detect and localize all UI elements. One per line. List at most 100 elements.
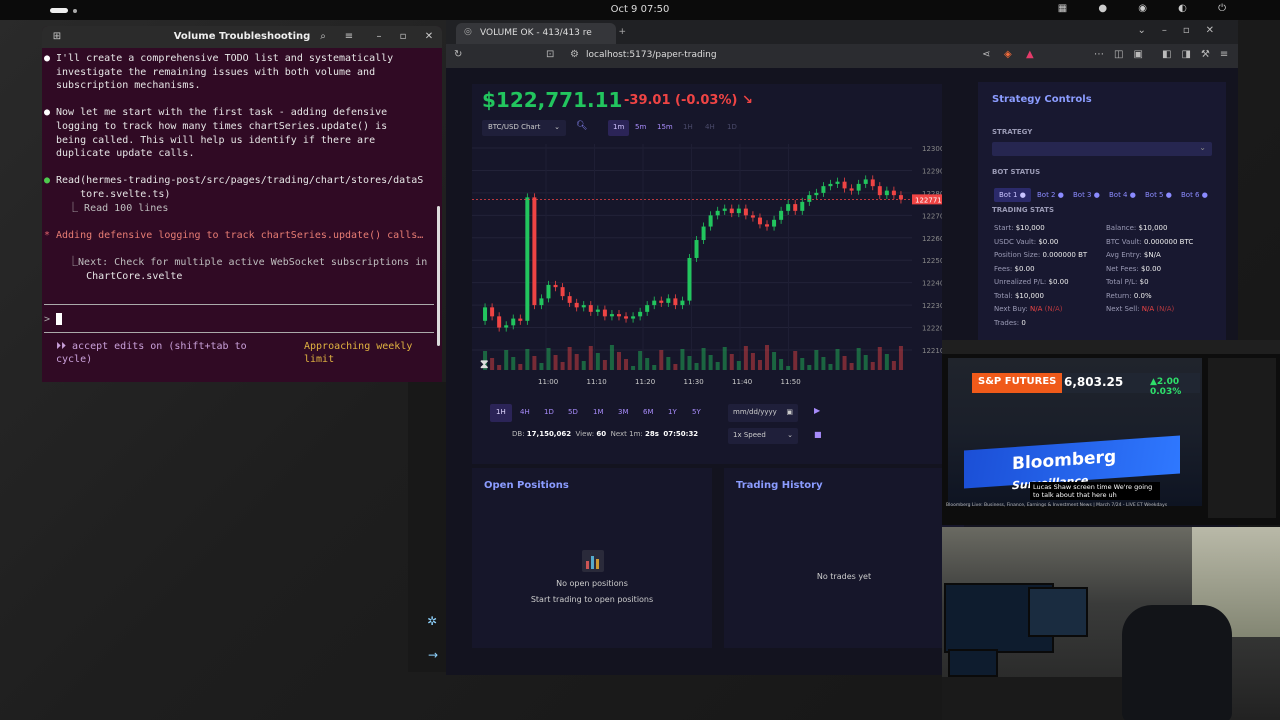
range-1h[interactable]: 1H	[490, 404, 512, 422]
tradingview-logo: ⧗	[480, 357, 488, 371]
candle-body	[877, 186, 882, 196]
candle-body	[863, 179, 868, 184]
rewards-icon[interactable]: ▲	[1026, 49, 1034, 60]
stat-row: Return: 0.0%	[1106, 292, 1152, 300]
date-picker[interactable]: mm/dd/yyyy ▣	[728, 404, 798, 422]
terminal-line: ChartCore.svelte	[44, 270, 438, 284]
stop-button[interactable]: ■	[814, 430, 822, 439]
strategy-label: STRATEGY	[992, 128, 1033, 136]
line-text: tore.svelte.ts)	[56, 188, 171, 200]
candle-body	[609, 314, 614, 317]
timeframe-5m[interactable]: 5m	[630, 120, 651, 136]
volume-bar	[659, 350, 664, 370]
line-text: being called. This will help us identify…	[56, 134, 376, 146]
search-icon[interactable]: ⌕	[316, 30, 330, 44]
candle-body	[828, 183, 833, 187]
volume-bar	[750, 353, 755, 370]
bot-1-label: Bot 1	[999, 191, 1018, 199]
range-5d[interactable]: 5D	[562, 404, 584, 422]
toolbar-icons[interactable]: ◧◨⚒≡	[1162, 49, 1238, 60]
minimize-icon[interactable]: –	[372, 30, 386, 44]
pair-selector[interactable]: BTC/USD Chart ⌄	[482, 120, 566, 136]
volume-bar	[722, 347, 727, 370]
candle-body	[518, 318, 523, 321]
stat-label: Unrealized P/L:	[994, 278, 1047, 286]
bot-1-tab[interactable]: Bot 1 ●	[994, 188, 1031, 202]
reload-icon[interactable]: ↻	[454, 49, 462, 60]
new-tab-plus-icon[interactable]: +	[618, 27, 626, 37]
timeframe-1m[interactable]: 1m	[608, 120, 630, 136]
volume-bar	[807, 365, 812, 370]
terminal-scrollbar[interactable]	[437, 206, 440, 346]
timeframe-1d[interactable]: 1D	[722, 120, 742, 136]
stat-row: Start: $10,000	[994, 224, 1045, 232]
terminal-titlebar: ⊞ Volume Troubleshooting ⌕ ≡ – ▫ ✕	[42, 26, 442, 48]
prompt-line[interactable]: >	[44, 313, 63, 325]
share-icon[interactable]: ⋖	[982, 49, 990, 60]
line-text: Read(hermes-trading-post/src/pages/tradi…	[56, 175, 424, 187]
play-button[interactable]: ▶	[814, 406, 820, 415]
bookmark-icon[interactable]: ⊡	[546, 49, 554, 60]
timeframe-15m[interactable]: 15m	[652, 120, 678, 136]
stat-value: $0.00	[1141, 264, 1162, 273]
bot-5-tab[interactable]: Bot 5 ●	[1140, 188, 1177, 202]
volume-bar	[497, 365, 502, 370]
maximize-icon[interactable]: ▫	[396, 30, 410, 44]
strategy-select[interactable]: ⌄	[992, 142, 1212, 156]
volume-bar	[504, 350, 509, 370]
stat-label: Position Size:	[994, 251, 1041, 259]
candle-body	[539, 298, 544, 306]
close-icon[interactable]: ✕	[422, 30, 436, 44]
range-1d[interactable]: 1D	[538, 404, 560, 422]
bloomberg-video-overlay[interactable]: S&P FUTURES 6,803.25 ▲2.00 0.03% Bloombe…	[942, 340, 1280, 525]
volume-bar	[666, 357, 671, 370]
line-bullet: ●	[44, 175, 51, 187]
price-marker-label: 122771.11	[915, 196, 942, 204]
clock-value: 07:50:32	[663, 430, 699, 438]
url-field[interactable]: localhost:5173/paper-trading	[586, 50, 717, 60]
range-5y[interactable]: 5Y	[686, 404, 707, 422]
bot-2-tab[interactable]: Bot 2 ●	[1032, 188, 1069, 202]
candle-body	[602, 309, 607, 317]
bot-6-tab[interactable]: Bot 6 ●	[1176, 188, 1213, 202]
range-6m[interactable]: 6M	[637, 404, 660, 422]
timeframe-1h[interactable]: 1H	[678, 120, 698, 136]
timeframe-4h[interactable]: 4H	[700, 120, 720, 136]
volume-bar	[849, 363, 854, 370]
extension-icons[interactable]: ⋯◫▣	[1094, 49, 1153, 60]
volume-bar	[743, 346, 748, 370]
brave-shield-icon[interactable]: ◈	[1004, 49, 1012, 60]
y-tick-label: 122400.00	[922, 280, 942, 288]
icon-bar	[591, 556, 594, 569]
range-3m[interactable]: 3M	[612, 404, 635, 422]
volume-bar	[511, 357, 516, 370]
price-change: -39.01 (-0.03%) ↘	[624, 93, 753, 108]
candlestick-chart[interactable]: 123000.00122900.00122800.00122700.001226…	[472, 144, 942, 388]
bot-4-tab[interactable]: Bot 4 ●	[1104, 188, 1141, 202]
prompt-symbol: >	[44, 314, 51, 325]
menu-icon[interactable]: ≡	[342, 30, 356, 44]
browser-tab[interactable]: ◎ VOLUME OK - 413/413 re +	[456, 23, 626, 44]
bot-3-tab[interactable]: Bot 3 ●	[1068, 188, 1105, 202]
range-1m[interactable]: 1M	[587, 404, 610, 422]
candle-body	[645, 305, 650, 312]
pair-selector-label: BTC/USD Chart	[488, 123, 541, 131]
chart-search-icon[interactable]: 🔍︎	[576, 121, 587, 131]
speed-selector[interactable]: 1x Speed ⌄	[728, 428, 798, 444]
prompt-divider-bottom	[44, 332, 434, 333]
candle-body	[567, 296, 572, 303]
x-tick-label: 11:40	[732, 378, 752, 386]
settings-icon[interactable]: ✲	[427, 614, 437, 628]
system-tray-icons[interactable]: ▦ ● ◉ ◐ ⏻	[1058, 3, 1240, 14]
open-positions-panel: Open Positions No open positions Start t…	[472, 468, 712, 648]
range-4h[interactable]: 4H	[514, 404, 536, 422]
line-text: ⎿ Read 100 lines	[56, 202, 169, 214]
volume-bar	[602, 360, 607, 370]
site-info-icon[interactable]: ⚙	[570, 49, 579, 60]
window-controls[interactable]: ⌄–▫✕	[1137, 25, 1230, 36]
arrow-icon[interactable]: →	[428, 648, 438, 662]
candle-body	[891, 190, 896, 196]
ticker-symbol: S&P FUTURES	[972, 373, 1063, 393]
stat-row: Balance: $10,000	[1106, 224, 1167, 232]
range-1y[interactable]: 1Y	[662, 404, 683, 422]
